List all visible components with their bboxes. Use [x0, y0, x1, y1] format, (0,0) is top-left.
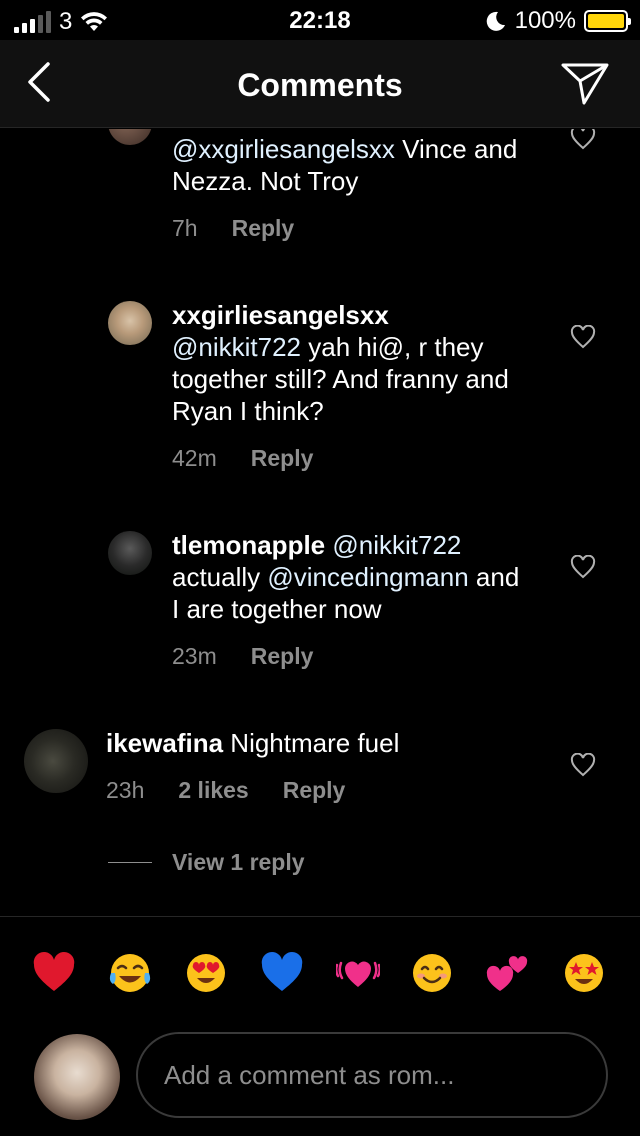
emoji-quick-bar [0, 916, 640, 1026]
comment-username[interactable]: ikewafina [106, 728, 223, 758]
mention-link[interactable]: @nikkit722 [172, 332, 301, 362]
comment-timestamp: 7h [172, 215, 198, 241]
mention-link[interactable]: @vincedingmann [267, 562, 468, 592]
avatar[interactable] [108, 129, 152, 145]
reply-button[interactable]: Reply [283, 777, 346, 804]
heart-eyes-emoji[interactable] [184, 951, 228, 995]
comment-text: tlemonapple @nikkit722 actually @vincedi… [172, 529, 532, 625]
comment-reply: @xxgirliesangelsxx Vince and Nezza. Not … [0, 129, 640, 279]
comment-composer [0, 1026, 640, 1136]
reply-button[interactable]: Reply [232, 215, 295, 242]
comment-timestamp: 42m [172, 445, 217, 471]
comment-reply: xxgirliesangelsxx @nikkit722 yah hi@, r … [0, 299, 640, 489]
paper-plane-icon[interactable] [560, 60, 610, 106]
divider-line [108, 862, 152, 863]
comment-text: @xxgirliesangelsxx Vince and Nezza. Not … [172, 133, 532, 197]
red-heart-emoji[interactable] [32, 951, 76, 995]
heart-icon[interactable] [570, 555, 596, 579]
reply-button[interactable]: Reply [251, 445, 314, 472]
blue-heart-emoji[interactable] [260, 951, 304, 995]
avatar[interactable] [108, 301, 152, 345]
do-not-disturb-moon-icon [486, 11, 505, 31]
mention-link[interactable]: @xxgirliesangelsxx [172, 134, 395, 164]
comment-timestamp: 23h [106, 777, 145, 803]
comment-username[interactable]: tlemonapple [172, 530, 325, 560]
heart-icon[interactable] [570, 129, 596, 150]
avatar [34, 1034, 120, 1120]
battery-fill [588, 14, 624, 28]
tears-of-joy-emoji[interactable] [108, 951, 152, 995]
avatar[interactable] [108, 531, 152, 575]
navigation-bar: Comments [0, 40, 640, 128]
comment-body: @xxgirliesangelsxx Vince and Nezza. Not … [172, 134, 518, 196]
beating-heart-emoji[interactable] [336, 951, 380, 995]
comment-text: ikewafina Nightmare fuel [106, 727, 546, 759]
heart-icon[interactable] [570, 325, 596, 349]
reply-button[interactable]: Reply [251, 643, 314, 670]
view-replies-button[interactable]: View 1 reply [108, 849, 305, 876]
star-struck-emoji[interactable] [562, 951, 606, 995]
comment-text: xxgirliesangelsxx @nikkit722 yah hi@, r … [172, 299, 532, 427]
comment: ikewafina Nightmare fuel 23h 2 likes Rep… [0, 727, 640, 887]
comments-list[interactable]: @xxgirliesangelsxx Vince and Nezza. Not … [0, 129, 640, 915]
comment-username[interactable]: xxgirliesangelsxx [172, 299, 532, 331]
battery-icon [584, 10, 631, 32]
heart-icon[interactable] [570, 753, 596, 777]
avatar[interactable] [24, 729, 88, 793]
comment-reply: tlemonapple @nikkit722 actually @vincedi… [0, 529, 640, 679]
comment-body: @nikkit722 yah hi@, r they together stil… [172, 332, 509, 426]
page-title: Comments [237, 67, 403, 103]
status-bar: 3 22:18 100% [0, 0, 640, 40]
mention-link[interactable]: @nikkit722 [332, 530, 461, 560]
comment-input[interactable] [136, 1032, 608, 1118]
comment-timestamp: 23m [172, 643, 217, 669]
battery-percentage: 100% [514, 7, 576, 34]
view-replies-label: View 1 reply [172, 849, 305, 875]
smiling-face-emoji[interactable] [410, 951, 454, 995]
likes-count[interactable]: 2 likes [178, 777, 248, 804]
two-hearts-emoji[interactable] [486, 951, 530, 995]
comment-body: Nightmare fuel [230, 728, 400, 758]
